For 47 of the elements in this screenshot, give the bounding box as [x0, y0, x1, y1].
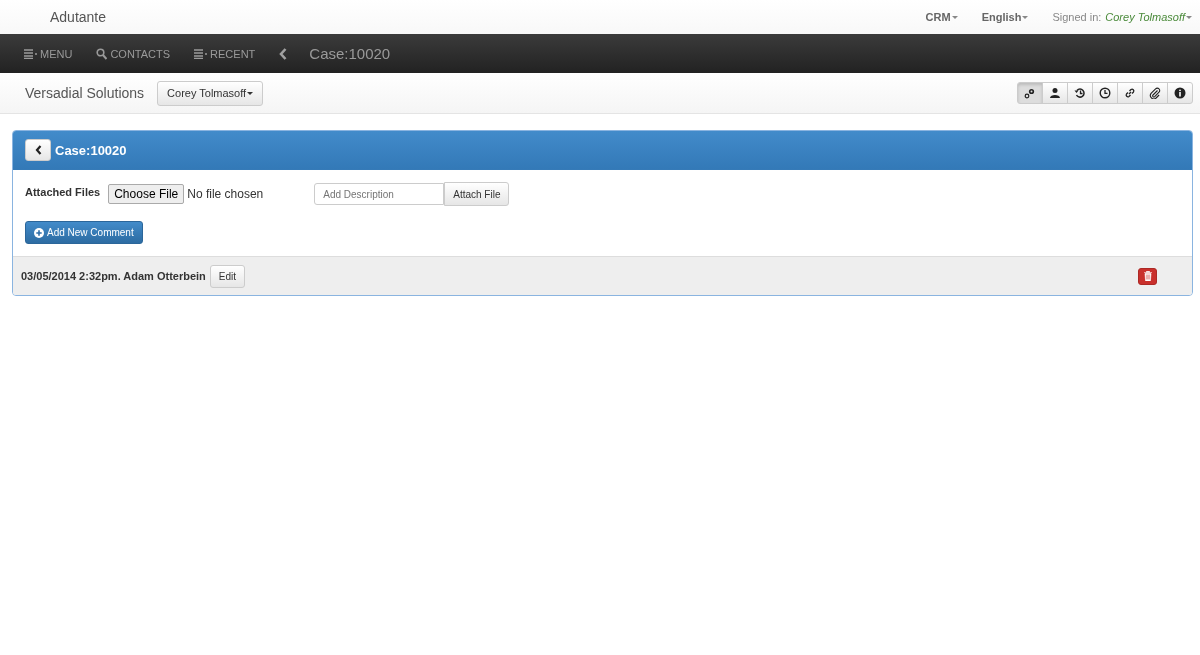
history-icon	[1074, 87, 1086, 99]
toolbar-button[interactable]	[1067, 82, 1093, 104]
file-status: No file chosen	[187, 187, 265, 201]
back-chevron-icon[interactable]	[279, 47, 288, 60]
toolbar-button[interactable]	[1042, 82, 1068, 104]
list-icon	[194, 48, 208, 59]
toolbar-button[interactable]	[1142, 82, 1168, 104]
toolbar-button[interactable]	[1117, 82, 1143, 104]
trash-icon	[1143, 271, 1152, 281]
clock-icon	[1099, 87, 1111, 99]
add-comment-button[interactable]: Add New Comment	[25, 221, 143, 244]
caret-icon	[1022, 15, 1029, 19]
nav-link[interactable]: MENU	[24, 47, 73, 60]
brand-name[interactable]: Adutante	[50, 9, 107, 25]
user-menu[interactable]: Corey Tolmasoff	[1105, 11, 1192, 23]
choose-file-button[interactable]: Choose File	[108, 184, 185, 204]
search-icon	[96, 47, 108, 60]
plus-circle-icon	[34, 227, 44, 238]
user-dropdown[interactable]: Corey Tolmasoff	[157, 80, 264, 106]
company-name: Versadial Solutions	[25, 85, 145, 101]
page-title: Case:10020	[309, 45, 391, 62]
nav-link[interactable]: CONTACTS	[96, 47, 171, 60]
edit-button[interactable]: Edit	[209, 264, 246, 288]
user-icon	[1049, 87, 1061, 99]
caret-icon	[1186, 15, 1192, 19]
caret-icon	[247, 91, 254, 95]
toolbar-button[interactable]	[1017, 82, 1043, 104]
toolbar-button[interactable]	[1167, 82, 1193, 104]
language-menu[interactable]: English	[981, 11, 1029, 23]
attached-files-label: Attached Files	[25, 186, 101, 198]
info-icon	[1174, 87, 1186, 99]
paperclip-icon	[1149, 87, 1161, 99]
description-field[interactable]: Add Description	[314, 183, 445, 205]
toolbar-button[interactable]	[1092, 82, 1118, 104]
signed-in-label: Signed in:	[1052, 11, 1102, 23]
caret-icon	[951, 15, 958, 19]
attach-file-button[interactable]: Attach File	[444, 182, 510, 206]
list-icon	[24, 48, 37, 59]
gears-icon	[1024, 87, 1036, 99]
link-icon	[1124, 87, 1136, 99]
comment-meta: 03/05/2014 2:32pm. Adam Otterbein	[21, 270, 206, 282]
chevron-left-icon	[34, 145, 42, 155]
panel-title: Case:10020	[55, 142, 127, 158]
crm-menu[interactable]: CRM	[925, 11, 958, 23]
back-button[interactable]	[25, 139, 51, 161]
nav-link[interactable]: RECENT	[194, 47, 256, 60]
delete-button[interactable]	[1138, 267, 1157, 285]
